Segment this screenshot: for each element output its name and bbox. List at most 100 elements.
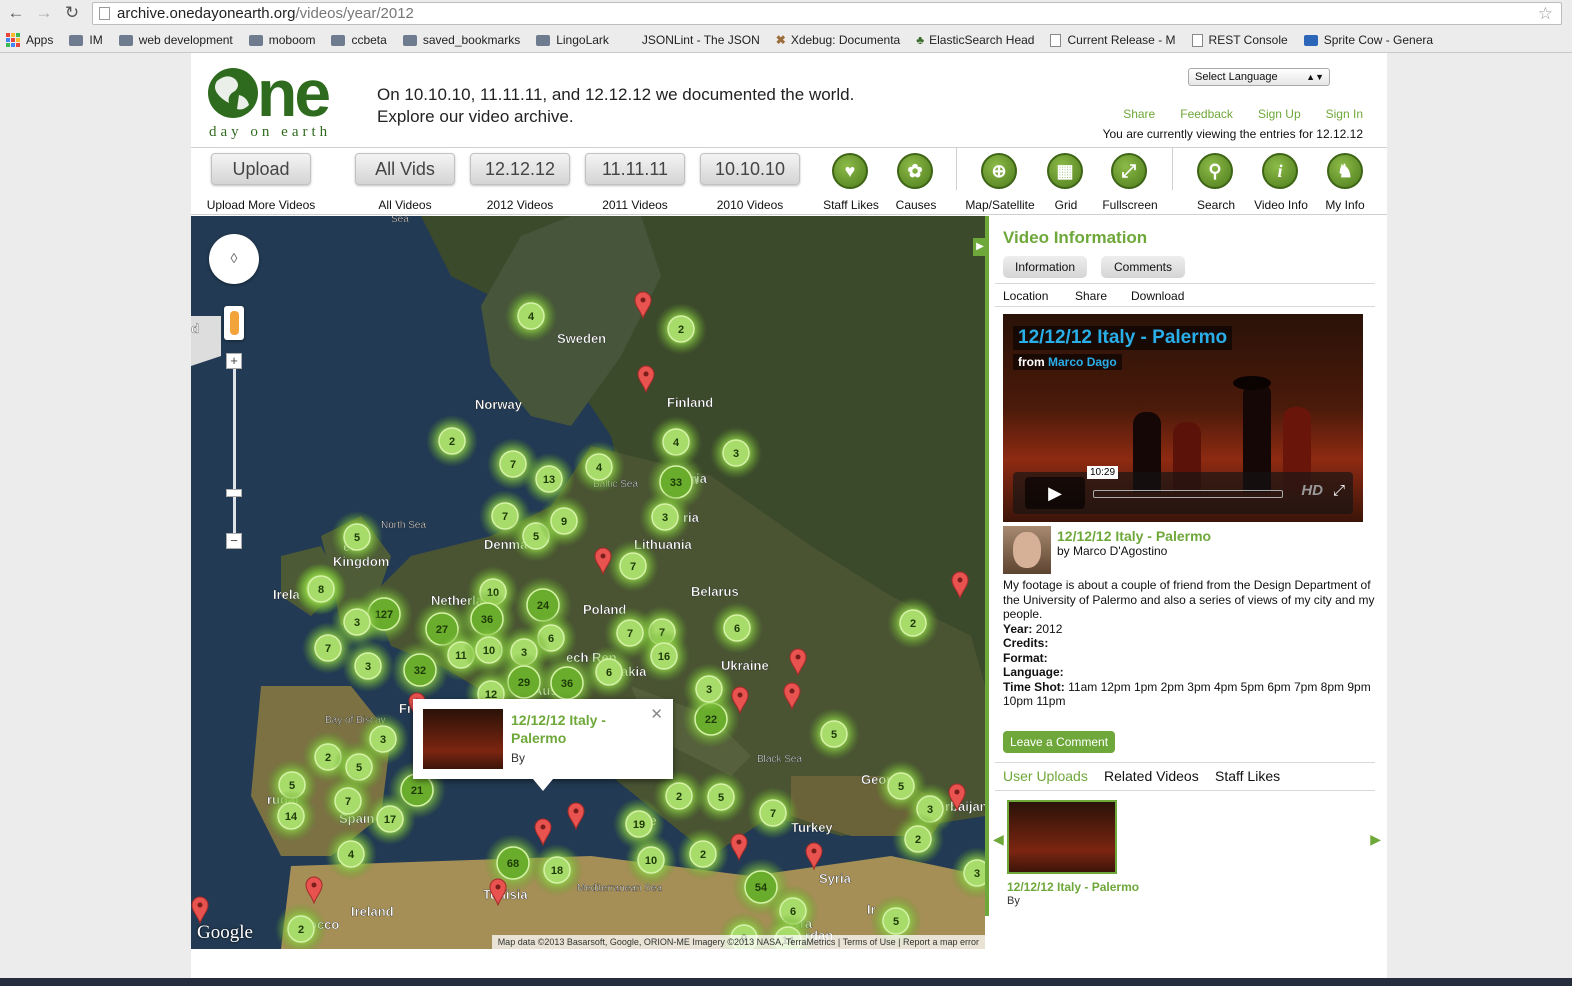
cluster-count[interactable]: 9 <box>561 516 567 528</box>
pan-control[interactable]: ◊ <box>209 234 259 284</box>
cluster-count[interactable]: 54 <box>755 882 768 894</box>
hd-icon[interactable]: HD <box>1301 482 1323 499</box>
popup-title[interactable]: 12/12/12 Italy - Palermo <box>511 711 631 747</box>
bookmark-im[interactable]: IM <box>69 33 103 47</box>
address-bar[interactable]: archive.onedayonearth.org/videos/year/20… <box>92 2 1562 25</box>
cluster-count[interactable]: 3 <box>662 512 668 524</box>
zoom-slider[interactable] <box>233 369 236 535</box>
cluster-count[interactable]: 2 <box>449 436 455 448</box>
cluster-count[interactable]: 3 <box>380 734 386 746</box>
tab-information[interactable]: Information <box>1003 256 1087 278</box>
sign-in-link[interactable]: Sign In <box>1326 107 1363 121</box>
subtab-location[interactable]: Location <box>1003 289 1048 303</box>
cluster-count[interactable]: 19 <box>633 819 645 831</box>
cluster-count[interactable]: 3 <box>927 804 933 816</box>
subtab-download[interactable]: Download <box>1131 289 1184 303</box>
bookmark-rest-console[interactable]: REST Console <box>1191 33 1288 47</box>
cluster-count[interactable]: 2 <box>915 834 921 846</box>
year-2012-button[interactable]: 12.12.12 <box>470 153 570 185</box>
bookmark-moboom[interactable]: moboom <box>248 33 315 47</box>
crosshair-icon[interactable]: ⊕ <box>981 153 1017 189</box>
year-2011-button[interactable]: 11.11.11 <box>585 153 685 185</box>
cluster-count[interactable]: 7 <box>345 796 351 808</box>
cluster-count[interactable]: 5 <box>831 729 837 741</box>
cluster-count[interactable]: 4 <box>596 462 603 474</box>
cluster-count[interactable]: 7 <box>770 808 776 820</box>
feedback-link[interactable]: Feedback <box>1180 107 1233 121</box>
video-overlay-from[interactable]: from Marco Dago <box>1013 354 1122 370</box>
videos-2012-label[interactable]: 2012 Videos <box>470 198 570 212</box>
cluster-count[interactable]: 7 <box>325 643 331 655</box>
cluster-count[interactable]: 6 <box>606 667 612 679</box>
all-videos-label[interactable]: All Videos <box>355 198 455 212</box>
cluster-count[interactable]: 3 <box>706 684 712 696</box>
bookmark-ccbeta[interactable]: ccbeta <box>331 33 387 47</box>
bookmark-lingolark[interactable]: LingoLark <box>536 33 609 47</box>
videos-2011-label[interactable]: 2011 Videos <box>585 198 685 212</box>
cluster-count[interactable]: 21 <box>411 785 423 797</box>
year-2010-button[interactable]: 10.10.10 <box>700 153 800 185</box>
cluster-count[interactable]: 36 <box>561 678 573 690</box>
cluster-count[interactable]: 2 <box>678 324 684 336</box>
info-icon[interactable]: i <box>1262 153 1298 189</box>
language-select[interactable]: Select Language ▲▼ <box>1188 68 1330 86</box>
tab-user-uploads[interactable]: User Uploads <box>1003 768 1088 784</box>
cluster-count[interactable]: 7 <box>510 459 516 471</box>
cluster-count[interactable]: 2 <box>325 752 331 764</box>
cluster-count[interactable]: 24 <box>537 600 550 612</box>
video-progress-bar[interactable] <box>1093 490 1283 498</box>
cluster-count[interactable]: 17 <box>384 814 396 826</box>
my-info-label[interactable]: My Info <box>1305 198 1385 212</box>
cluster-count[interactable]: 68 <box>507 858 519 870</box>
sign-up-link[interactable]: Sign Up <box>1258 107 1301 121</box>
cluster-count[interactable]: 32 <box>414 665 426 677</box>
tab-comments[interactable]: Comments <box>1101 256 1185 278</box>
magnifier-icon[interactable]: ⚲ <box>1197 153 1233 189</box>
cluster-count[interactable]: 8 <box>318 584 324 596</box>
user-upload-title[interactable]: 12/12/12 Italy - Palermo <box>1007 880 1139 894</box>
cluster-count[interactable]: 3 <box>354 617 360 629</box>
hands-icon[interactable]: ✿ <box>897 153 933 189</box>
cluster-count[interactable]: 5 <box>893 916 899 928</box>
video-overlay-title[interactable]: 12/12/12 Italy - Palermo <box>1013 326 1233 350</box>
google-logo[interactable]: Google <box>197 922 253 944</box>
carousel-prev-icon[interactable]: ◀ <box>993 831 1004 848</box>
cluster-count[interactable]: 7 <box>630 561 636 573</box>
cluster-count[interactable]: 5 <box>356 762 362 774</box>
subtab-share[interactable]: Share <box>1075 289 1107 303</box>
cluster-count[interactable]: 4 <box>673 437 680 449</box>
leave-comment-button[interactable]: Leave a Comment <box>1003 731 1116 753</box>
cluster-count[interactable]: 3 <box>974 868 980 880</box>
cluster-count[interactable]: 2 <box>910 618 916 630</box>
cluster-count[interactable]: 5 <box>354 532 360 544</box>
reload-icon[interactable]: ↻ <box>60 1 84 25</box>
cluster-count[interactable]: 18 <box>551 865 563 877</box>
cluster-count[interactable]: 4 <box>528 311 535 323</box>
bookmark-elasticsearch[interactable]: ♣ ElasticSearch Head <box>916 33 1034 47</box>
cluster-count[interactable]: 29 <box>518 677 530 689</box>
zoom-slider-handle[interactable] <box>226 489 242 497</box>
close-icon[interactable]: ✕ <box>650 705 663 723</box>
bookmark-sprite-cow[interactable]: Sprite Cow - Genera <box>1303 33 1433 47</box>
cluster-count[interactable]: 2 <box>298 924 304 936</box>
zoom-in-button[interactable]: + <box>226 353 242 369</box>
satellite-map[interactable]: SeaSwedenNorwayFinlandBaltic SeariaNorth… <box>191 216 985 949</box>
user-upload-thumbnail[interactable] <box>1007 800 1117 874</box>
zoom-out-button[interactable]: − <box>226 533 242 549</box>
bookmark-current-release[interactable]: Current Release - M <box>1050 33 1176 47</box>
videos-2010-label[interactable]: 2010 Videos <box>700 198 800 212</box>
back-icon[interactable]: ← <box>4 1 28 25</box>
bookmark-apps[interactable]: Apps <box>6 33 53 47</box>
map-info-popup[interactable]: 12/12/12 Italy - Palermo By ✕ <box>413 699 673 791</box>
cluster-count[interactable]: 14 <box>285 811 298 823</box>
cluster-count[interactable]: 6 <box>734 623 740 635</box>
share-link[interactable]: Share <box>1123 107 1155 121</box>
upload-more-videos-label[interactable]: Upload More Videos <box>205 198 317 212</box>
fullscreen-label[interactable]: Fullscreen <box>1090 198 1170 212</box>
heart-icon[interactable]: ♥ <box>832 153 868 189</box>
cluster-count[interactable]: 5 <box>718 792 724 804</box>
cluster-count[interactable]: 10 <box>483 645 495 657</box>
forward-icon[interactable]: → <box>32 1 56 25</box>
cluster-count[interactable]: 16 <box>658 651 670 663</box>
carousel-next-icon[interactable]: ▶ <box>1370 831 1381 848</box>
